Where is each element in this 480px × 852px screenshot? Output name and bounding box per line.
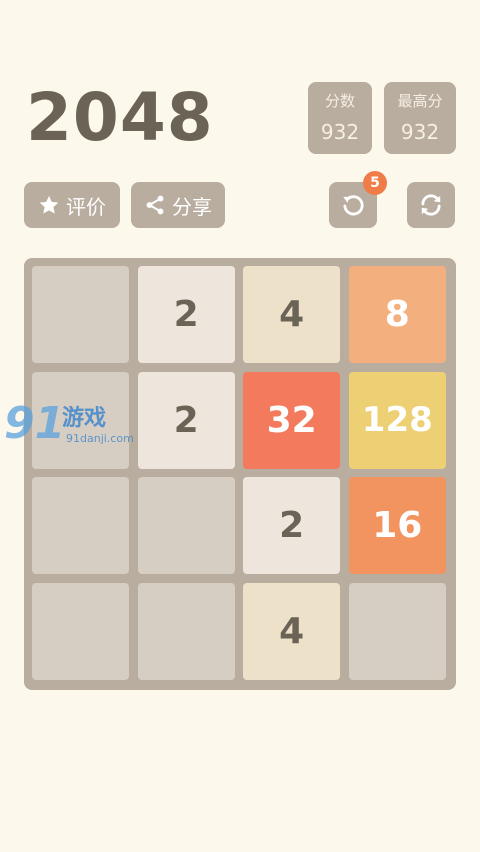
undo-count-badge: 5 bbox=[363, 171, 387, 195]
star-icon bbox=[38, 194, 60, 216]
share-button[interactable]: 分享 bbox=[131, 182, 225, 228]
empty-cell bbox=[32, 371, 129, 469]
tile-128: 128 bbox=[348, 371, 446, 469]
empty-cell bbox=[32, 477, 129, 575]
rate-button[interactable]: 评价 bbox=[24, 182, 120, 228]
score-box: 分数 932 bbox=[308, 82, 372, 154]
best-score-box: 最高分 932 bbox=[384, 82, 456, 154]
share-icon bbox=[144, 194, 166, 216]
tile-8: 8 bbox=[348, 266, 446, 363]
empty-cell bbox=[32, 266, 129, 363]
refresh-icon bbox=[418, 192, 444, 218]
score-value: 932 bbox=[320, 120, 360, 144]
empty-cell bbox=[348, 582, 446, 680]
score-label: 分数 bbox=[324, 92, 355, 110]
restart-button[interactable] bbox=[407, 182, 455, 228]
tile-4: 4 bbox=[243, 266, 341, 363]
tile-2: 2 bbox=[243, 477, 341, 575]
game-board[interactable]: 2 4 8 2 32 128 2 16 4 bbox=[24, 258, 456, 690]
tile-16: 16 bbox=[348, 477, 446, 575]
empty-cell bbox=[137, 582, 235, 680]
best-score-value: 932 bbox=[400, 120, 440, 144]
empty-cell bbox=[32, 582, 129, 680]
tile-2: 2 bbox=[137, 266, 235, 363]
best-score-label: 最高分 bbox=[397, 92, 443, 110]
tile-32: 32 bbox=[243, 371, 341, 469]
game-title: 2048 bbox=[26, 79, 214, 156]
empty-cell bbox=[137, 477, 235, 575]
undo-icon bbox=[340, 192, 366, 218]
rate-label: 评价 bbox=[66, 194, 106, 219]
tile-2: 2 bbox=[137, 371, 235, 469]
tile-4: 4 bbox=[243, 582, 341, 680]
share-label: 分享 bbox=[172, 194, 212, 219]
